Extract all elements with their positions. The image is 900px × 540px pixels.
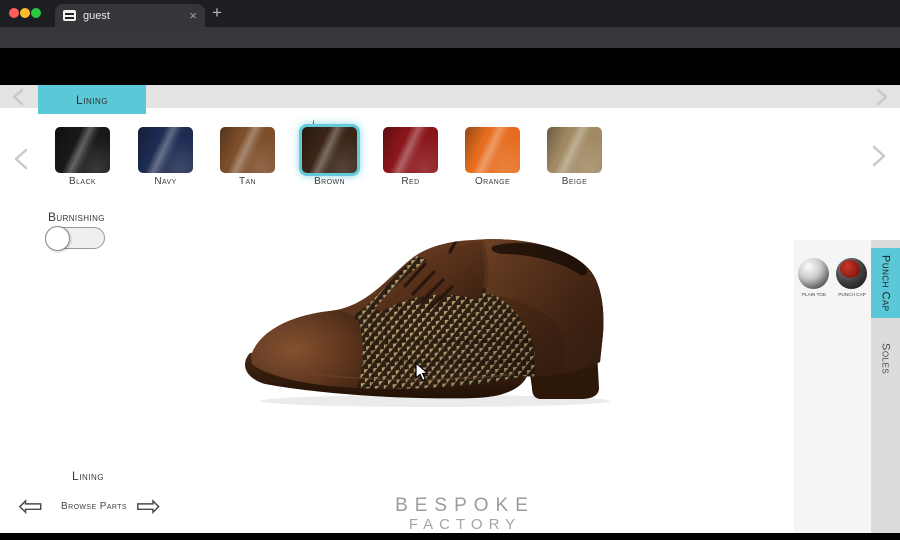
brand-line2: FACTORY <box>350 516 580 533</box>
browser-tab-bar: guest × + <box>0 0 900 27</box>
mouse-cursor <box>415 362 429 382</box>
macos-zoom-button[interactable] <box>31 8 41 18</box>
window-bottom-edge <box>0 533 900 540</box>
macos-minimize-button[interactable] <box>20 8 30 18</box>
prev-part-arrow-icon[interactable]: ⇦ <box>18 492 43 522</box>
current-part-label: Lining <box>38 469 138 483</box>
swatch-label: Black <box>55 176 110 187</box>
shoe-3d-view[interactable] <box>235 220 630 410</box>
swatch-label: Orange <box>465 176 520 187</box>
get-inspired-label: GET INSPIRED <box>327 119 382 126</box>
new-tab-button[interactable]: + <box>212 3 222 23</box>
plain-toe-option[interactable] <box>798 258 829 289</box>
app-header: ⇦ Mens Dress Oxford PRODUCT INFO i GET I… <box>0 48 900 85</box>
browser-toolbar: ← → ↻ https://guest.bespokefactory.com/#… <box>0 27 900 48</box>
tab-title: guest <box>83 10 182 22</box>
tabs-next-chevron[interactable] <box>874 88 890 106</box>
toggle-knob <box>45 226 70 251</box>
burnishing-toggle[interactable] <box>45 227 105 249</box>
brand-line1: BESPOKE <box>350 495 580 517</box>
swatch-tan[interactable] <box>220 127 275 173</box>
swatch-navy[interactable] <box>138 127 193 173</box>
swatch-prev-chevron[interactable] <box>12 148 30 170</box>
side-tab-strip: Punch Cap Soles <box>871 240 900 533</box>
close-icon[interactable]: × <box>189 9 197 22</box>
browser-tab[interactable]: guest × <box>55 4 205 27</box>
swatch-label: Navy <box>138 176 193 187</box>
side-tab-punch-cap[interactable]: Punch Cap <box>871 248 900 318</box>
swatch-label: Brown <box>302 176 357 187</box>
full-screen-label: FULL SCREEN <box>502 119 555 126</box>
app-window: guest × + ← → ↻ https://guest.bespokefac… <box>0 0 900 540</box>
tabs-prev-chevron[interactable] <box>10 88 26 106</box>
punch-cap-label: PUNCH CAP <box>835 293 869 298</box>
swatch-red[interactable] <box>383 127 438 173</box>
macos-close-button[interactable] <box>9 8 19 18</box>
side-tab-soles[interactable]: Soles <box>871 318 900 400</box>
browse-parts-label: Browse Parts <box>48 501 140 512</box>
plain-toe-label: PLAIN TOE <box>797 293 831 298</box>
punch-cap-option[interactable] <box>836 258 867 289</box>
tab-lining[interactable]: Lining <box>38 85 146 114</box>
swatch-label: Tan <box>220 176 275 187</box>
swatch-label: Red <box>383 176 438 187</box>
swatch-black[interactable] <box>55 127 110 173</box>
next-part-arrow-icon[interactable]: ⇨ <box>136 492 161 522</box>
cap-options-panel: PLAIN TOE PUNCH CAP <box>794 240 871 533</box>
burnishing-label: Burnishing <box>48 210 105 224</box>
contact-us-label: CONTACT US <box>440 118 490 125</box>
share-label: SHARE <box>398 119 425 126</box>
swatch-brown[interactable] <box>302 127 357 173</box>
swatch-beige[interactable] <box>547 127 602 173</box>
swatch-next-chevron[interactable] <box>870 145 888 167</box>
swatch-orange[interactable] <box>465 127 520 173</box>
site-favicon <box>63 10 76 21</box>
swatch-label: Beige <box>547 176 602 187</box>
